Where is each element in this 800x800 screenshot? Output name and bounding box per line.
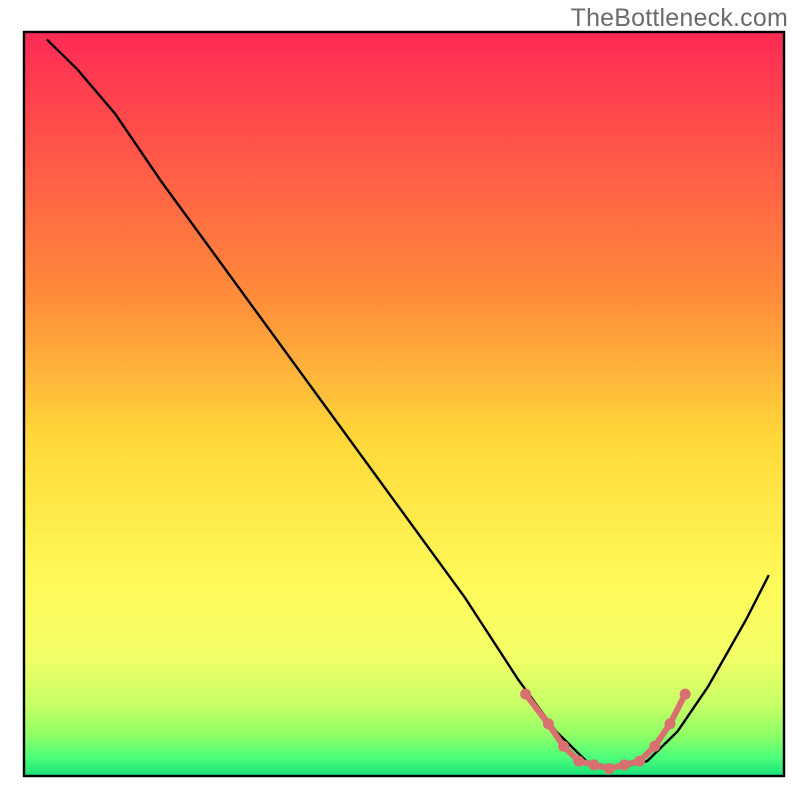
optimal-point bbox=[558, 741, 569, 752]
watermark-label: TheBottleneck.com bbox=[571, 4, 788, 33]
optimal-point bbox=[634, 756, 645, 767]
optimal-point bbox=[665, 718, 676, 729]
gradient-background bbox=[24, 32, 784, 776]
optimal-point bbox=[604, 763, 615, 774]
optimal-point bbox=[649, 741, 660, 752]
optimal-point bbox=[589, 759, 600, 770]
optimal-point bbox=[520, 689, 531, 700]
optimal-point bbox=[680, 689, 691, 700]
optimal-point bbox=[573, 756, 584, 767]
plot-area bbox=[24, 32, 784, 776]
optimal-point bbox=[619, 759, 630, 770]
bottleneck-chart bbox=[0, 0, 800, 800]
chart-canvas: TheBottleneck.com bbox=[0, 0, 800, 800]
optimal-point bbox=[543, 718, 554, 729]
